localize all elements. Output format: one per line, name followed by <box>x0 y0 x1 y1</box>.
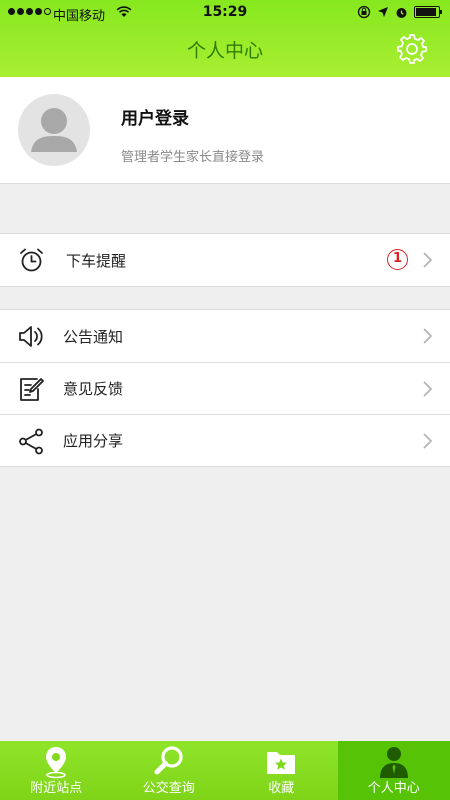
tab-label: 个人中心 <box>367 781 420 796</box>
menu-item-label: 应用分享 <box>63 432 124 450</box>
chevron-right-icon <box>423 328 432 344</box>
menu-item-label: 公告通知 <box>63 327 124 346</box>
speaker-icon <box>19 326 43 347</box>
notification-badge: 1 <box>387 249 408 270</box>
tab-label: 附近站点 <box>30 781 83 796</box>
top-bar: 中国移动 15:29 个人中心 <box>0 0 450 77</box>
chevron-right-icon <box>423 381 432 397</box>
profile-card[interactable]: 用户登录 管理者学生家长直接登录 <box>0 77 450 184</box>
location-pin-icon <box>46 747 66 779</box>
menu-item-label: 下车提醒 <box>66 251 127 270</box>
tab-bus-search[interactable]: 公交查询 <box>113 741 226 800</box>
menu-item-alarm[interactable]: 下车提醒 1 <box>0 234 450 286</box>
tab-personal-center[interactable]: 个人中心 <box>337 741 450 800</box>
login-subtitle: 管理者学生家长直接登录 <box>121 150 265 165</box>
alarm-status-icon <box>396 7 407 18</box>
login-title[interactable]: 用户登录 <box>121 104 189 129</box>
folder-star-icon <box>267 752 295 774</box>
rotation-lock-icon <box>357 5 371 19</box>
settings-gear-icon[interactable] <box>396 33 428 65</box>
avatar[interactable] <box>18 94 90 166</box>
search-icon <box>154 746 183 775</box>
tab-label: 公交查询 <box>142 781 195 796</box>
status-bar: 中国移动 15:29 <box>0 0 450 26</box>
tab-label: 收藏 <box>268 781 295 796</box>
chevron-right-icon <box>423 252 432 268</box>
tab-nearby-stations[interactable]: 附近站点 <box>0 741 113 800</box>
share-icon <box>19 428 43 455</box>
person-icon <box>379 747 408 778</box>
alarm-group: 下车提醒 1 <box>0 233 450 287</box>
menu-item-label: 意见反馈 <box>63 380 124 398</box>
battery-icon <box>414 6 442 18</box>
page-title: 个人中心 <box>186 40 263 62</box>
edit-icon <box>20 378 44 401</box>
menu-item-share[interactable]: 应用分享 <box>0 414 450 466</box>
default-avatar-icon <box>31 108 77 152</box>
chevron-right-icon <box>423 433 432 449</box>
location-arrow-icon <box>378 7 388 17</box>
menu-item-feedback[interactable]: 意见反馈 <box>0 362 450 414</box>
menu-item-announcements[interactable]: 公告通知 <box>0 310 450 362</box>
tab-favorites[interactable]: 收藏 <box>225 741 338 800</box>
menu-group: 公告通知 意见反馈 应用分享 <box>0 309 450 467</box>
tab-bar: 附近站点 公交查询 收藏 个人中心 <box>0 741 450 800</box>
alarm-clock-icon <box>20 248 43 272</box>
